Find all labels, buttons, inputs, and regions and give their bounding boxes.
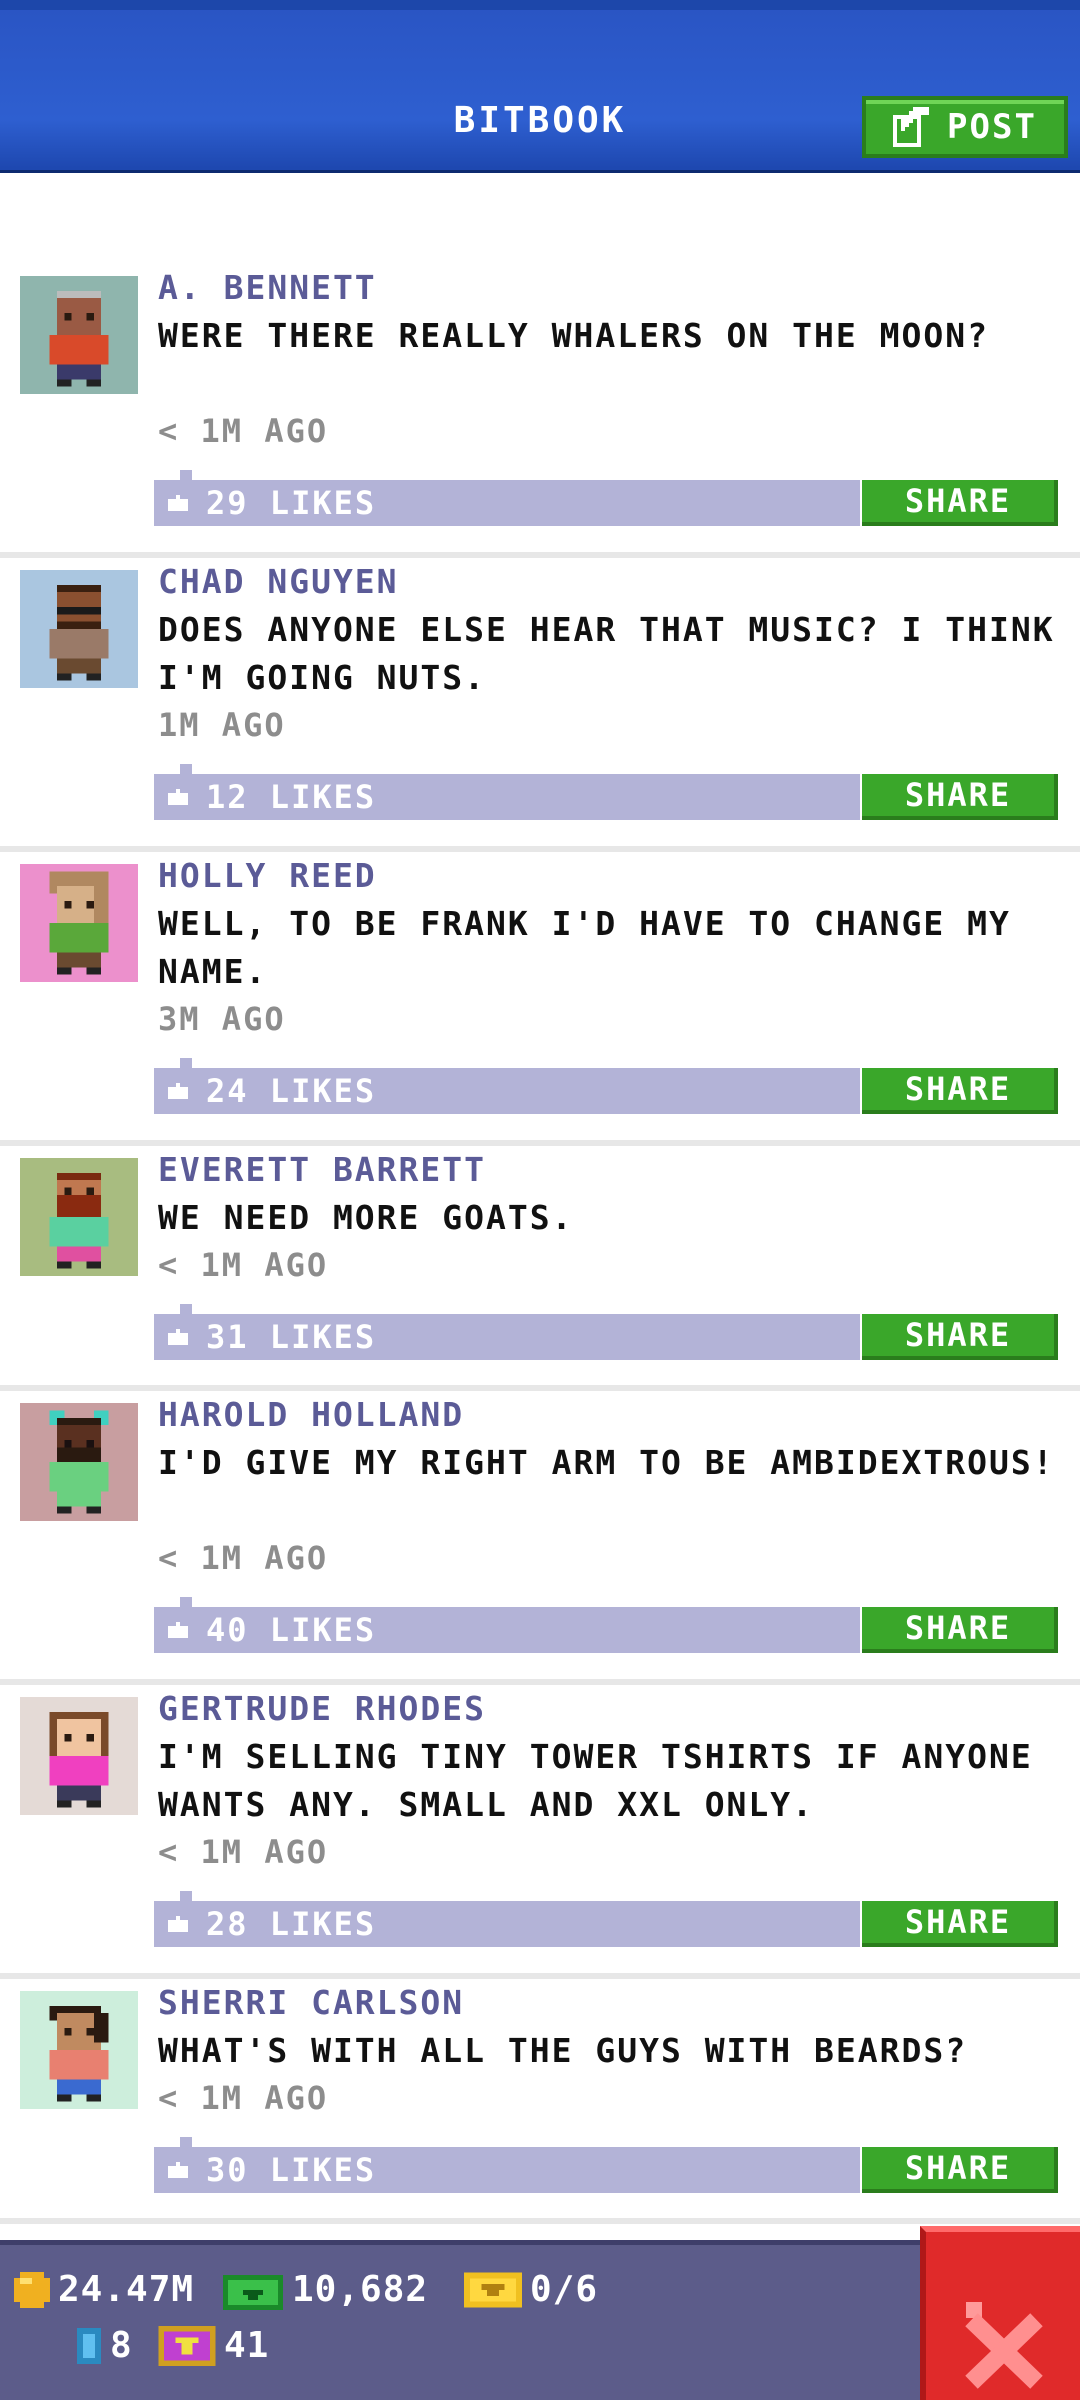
post-author[interactable]: HAROLD HOLLAND bbox=[158, 1395, 464, 1434]
post-author[interactable]: A. BENNETT bbox=[158, 268, 377, 307]
post-text: WELL, TO BE FRANK I'D HAVE TO CHANGE MY … bbox=[158, 904, 1011, 991]
feed-post: A. BENNETT WERE THERE REALLY WHALERS ON … bbox=[0, 264, 1080, 558]
likes-count: 29 LIKES bbox=[206, 484, 377, 522]
likes-bar: 24 LIKES bbox=[154, 1058, 860, 1114]
post-author[interactable]: GERTRUDE RHODES bbox=[158, 1689, 486, 1728]
feed: A. BENNETT WERE THERE REALLY WHALERS ON … bbox=[0, 264, 1080, 2224]
gems-value: 41 bbox=[224, 2325, 270, 2366]
likes-bar: 40 LIKES bbox=[154, 1597, 860, 1653]
bux-value: 10,682 bbox=[292, 2269, 429, 2310]
elevator-icon bbox=[77, 2327, 101, 2364]
post-text: I'M SELLING TINY TOWER TSHIRTS IF ANYONE… bbox=[158, 1737, 1033, 1824]
post-button[interactable]: POST bbox=[862, 96, 1068, 158]
coin-icon bbox=[14, 2271, 50, 2308]
post-author[interactable]: HOLLY REED bbox=[158, 856, 377, 895]
avatar bbox=[20, 1991, 138, 2109]
share-button[interactable]: SHARE bbox=[862, 1068, 1058, 1114]
avatar bbox=[20, 1158, 138, 1276]
post-time: 1M AGO bbox=[158, 706, 286, 744]
coins-stat: 24.47M bbox=[14, 2269, 194, 2310]
feed-post: SHERRI CARLSON WHAT'S WITH ALL THE GUYS … bbox=[0, 1979, 1080, 2224]
close-icon bbox=[965, 2302, 1043, 2389]
likes-count: 24 LIKES bbox=[206, 1072, 377, 1110]
coins-value: 24.47M bbox=[58, 2269, 195, 2310]
post-text: DOES ANYONE ELSE HEAR THAT MUSIC? I THIN… bbox=[158, 610, 1055, 697]
app-header: BITBOOK POST bbox=[0, 0, 1080, 173]
avatar bbox=[20, 570, 138, 688]
post-text: WERE THERE REALLY WHALERS ON THE MOON? bbox=[158, 316, 989, 355]
avatar bbox=[20, 1697, 138, 1815]
tickets-stat: 0/6 bbox=[464, 2269, 598, 2310]
elevator-value: 8 bbox=[110, 2325, 133, 2366]
ticket-icon bbox=[464, 2272, 522, 2307]
feed-post: EVERETT BARRETT WE NEED MORE GOATS. < 1M… bbox=[0, 1146, 1080, 1391]
gems-stat: 41 bbox=[158, 2325, 269, 2366]
post-time: < 1M AGO bbox=[158, 1833, 329, 1871]
thumbs-up-icon bbox=[168, 495, 188, 511]
likes-count: 30 LIKES bbox=[206, 2151, 377, 2189]
thumbs-up-icon bbox=[168, 1622, 188, 1638]
bux-icon bbox=[223, 2274, 283, 2310]
post-time: < 1M AGO bbox=[158, 2079, 329, 2117]
post-text: WE NEED MORE GOATS. bbox=[158, 1198, 574, 1237]
likes-count: 31 LIKES bbox=[206, 1318, 377, 1356]
post-text: I'D GIVE MY RIGHT ARM TO BE AMBIDEXTROUS… bbox=[158, 1443, 1055, 1482]
share-button[interactable]: SHARE bbox=[862, 1314, 1058, 1360]
post-author[interactable]: CHAD NGUYEN bbox=[158, 562, 399, 601]
gem-icon bbox=[158, 2325, 216, 2366]
avatar bbox=[20, 276, 138, 394]
post-time: < 1M AGO bbox=[158, 1246, 329, 1284]
post-button-label: POST bbox=[947, 107, 1037, 147]
thumbs-up-icon bbox=[168, 789, 188, 805]
feed-post: HOLLY REED WELL, TO BE FRANK I'D HAVE TO… bbox=[0, 852, 1080, 1146]
likes-bar: 30 LIKES bbox=[154, 2137, 860, 2193]
likes-count: 28 LIKES bbox=[206, 1905, 377, 1943]
avatar bbox=[20, 1403, 138, 1521]
feed-post: CHAD NGUYEN DOES ANYONE ELSE HEAR THAT M… bbox=[0, 558, 1080, 852]
likes-count: 40 LIKES bbox=[206, 1611, 377, 1649]
status-bar: 24.47M 10,682 0/6 8 41 bbox=[0, 2240, 1080, 2400]
post-time: < 1M AGO bbox=[158, 412, 329, 450]
share-button[interactable]: SHARE bbox=[862, 774, 1058, 820]
likes-bar: 28 LIKES bbox=[154, 1891, 860, 1947]
feed-post: HAROLD HOLLAND I'D GIVE MY RIGHT ARM TO … bbox=[0, 1391, 1080, 1685]
post-author[interactable]: EVERETT BARRETT bbox=[158, 1150, 486, 1189]
post-time: < 1M AGO bbox=[158, 1539, 329, 1577]
thumbs-up-icon bbox=[168, 1329, 188, 1345]
post-time: 3M AGO bbox=[158, 1000, 286, 1038]
close-button[interactable] bbox=[920, 2226, 1080, 2400]
likes-bar: 31 LIKES bbox=[154, 1304, 860, 1360]
edit-icon bbox=[893, 107, 933, 147]
post-author[interactable]: SHERRI CARLSON bbox=[158, 1983, 464, 2022]
share-button[interactable]: SHARE bbox=[862, 2147, 1058, 2193]
tickets-value: 0/6 bbox=[530, 2269, 599, 2310]
elevator-stat: 8 bbox=[76, 2325, 133, 2366]
bux-stat: 10,682 bbox=[222, 2269, 428, 2310]
post-text: WHAT'S WITH ALL THE GUYS WITH BEARDS? bbox=[158, 2031, 968, 2070]
likes-count: 12 LIKES bbox=[206, 778, 377, 816]
share-button[interactable]: SHARE bbox=[862, 1607, 1058, 1653]
thumbs-up-icon bbox=[168, 1083, 188, 1099]
likes-bar: 12 LIKES bbox=[154, 764, 860, 820]
share-button[interactable]: SHARE bbox=[862, 1901, 1058, 1947]
feed-post: GERTRUDE RHODES I'M SELLING TINY TOWER T… bbox=[0, 1685, 1080, 1979]
thumbs-up-icon bbox=[168, 1916, 188, 1932]
avatar bbox=[20, 864, 138, 982]
likes-bar: 29 LIKES bbox=[154, 470, 860, 526]
share-button[interactable]: SHARE bbox=[862, 480, 1058, 526]
thumbs-up-icon bbox=[168, 2162, 188, 2178]
